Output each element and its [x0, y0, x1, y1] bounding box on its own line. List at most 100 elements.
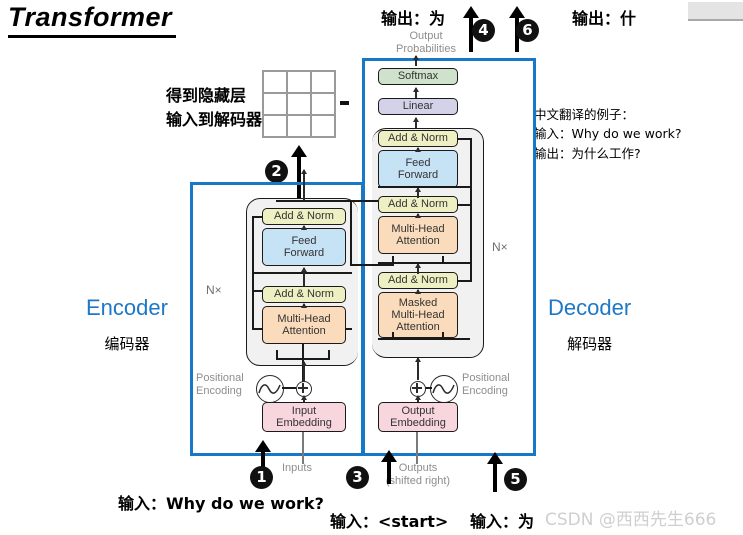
inputs-label: Inputs [282, 462, 312, 474]
decoder-masked-line-2: Multi-Head [391, 308, 445, 321]
linear-to-softmax-arrow [412, 87, 419, 98]
decoder-positional-encoding-label: Positional Encoding [462, 372, 510, 397]
annotation-top-left-output: 输出：为 [381, 9, 446, 28]
decoder-arrow-mid-2 [414, 263, 421, 274]
decoder-label: Decoder 解码器 [548, 295, 631, 354]
translation-example-note: 中文翻译的例子： 输入：Why do we work? 输出：为什么工作? [534, 105, 681, 163]
hidden-note-line-1: 得到隐藏层 [166, 86, 247, 105]
enc-pe-line-1: Positional [196, 372, 244, 384]
decoder-masked-fan-right [442, 332, 444, 340]
corner-placeholder-box [688, 2, 743, 21]
output-prob-line-2: Probabilities [396, 42, 456, 55]
encoder-add-norm-top: Add & Norm [262, 208, 346, 225]
encoder-ff-bottom-rail [252, 272, 352, 274]
encoder-add-norm-bottom: Add & Norm [262, 286, 346, 303]
encoder-arrow-ff-to-addnorm [300, 225, 307, 230]
decoder-embed-up-arrow [414, 395, 421, 402]
badge-2: 2 [265, 160, 288, 183]
encoder-output-arrow [300, 169, 307, 202]
dec-pe-line-1: Positional [462, 372, 510, 384]
decoder-residual-rail-upper [470, 138, 472, 208]
hidden-state-note: 得到隐藏层 输入到解码器 [166, 84, 262, 132]
decoder-to-linear-arrow [412, 117, 419, 128]
decoder-arrow-masked-to-addnorm [414, 289, 421, 294]
annotation-arrow-5 [486, 452, 504, 492]
decoder-label-zh: 解码器 [567, 335, 613, 353]
encoder-to-decoder-rail-h-bottom [350, 264, 394, 266]
input-embedding-line-2: Embedding [276, 417, 332, 429]
page-title: Transformer [8, 2, 176, 38]
decoder-outputs-rail [416, 432, 418, 464]
encoder-residual-left-rail [252, 218, 254, 330]
output-embedding-block: Output Embedding [378, 402, 458, 432]
decoder-mha-line-1: Multi-Head [391, 222, 445, 235]
decoder-masked-fan-left [392, 332, 394, 340]
hidden-note-line-2: 输入到解码器 [166, 110, 263, 129]
grid-connector-tick [340, 101, 349, 105]
decoder-label-en: Decoder [548, 295, 632, 320]
encoder-mha-line-1: Multi-Head [277, 312, 331, 325]
encoder-label: Encoder 编码器 [86, 295, 168, 354]
enc-pe-line-2: Encoding [196, 384, 242, 397]
decoder-arrow-mid-1 [414, 187, 421, 198]
slide-canvas: Transformer 输出：为 输出：什 4 6 中文翻译的例子： 输入：Wh… [0, 0, 743, 535]
decoder-nx-label: N× [492, 240, 508, 254]
encoder-to-decoder-rail-v [350, 200, 352, 266]
dec-pe-line-2: Encoding [462, 384, 508, 397]
badge-5: 5 [504, 468, 527, 491]
decoder-ff-rail [378, 186, 470, 188]
decoder-mha-line-2: Attention [396, 235, 440, 247]
decoder-residual-stub-top [458, 138, 472, 140]
encoder-positional-encoding-icon [256, 375, 284, 403]
softmax-block: Softmax [378, 68, 458, 85]
decoder-ff-line-1: Feed [405, 156, 431, 169]
decoder-add-norm-mid: Add & Norm [378, 196, 458, 213]
annotation-arrow-3 [380, 450, 398, 484]
softmax-output-arrow [412, 55, 419, 66]
encoder-label-en: Encoder [86, 295, 168, 320]
output-embedding-line-1: Output [401, 404, 435, 417]
encoder-arrow-mha-to-addnorm [300, 303, 307, 308]
hidden-state-grid [262, 70, 336, 138]
decoder-masked-attention: Masked Multi-Head Attention [378, 292, 458, 338]
encoder-top-branch [276, 200, 352, 202]
encoder-ff-line-2: Forward [283, 247, 325, 259]
decoder-positional-encoding-icon [430, 375, 458, 403]
decoder-feed-forward: Feed Forward [378, 150, 458, 188]
decoder-ff-line-2: Forward [397, 169, 439, 181]
encoder-attn-fan-bar [276, 358, 330, 360]
badge-6: 6 [516, 19, 539, 42]
decoder-masked-line-3: Attention [396, 321, 440, 334]
decoder-pe-up-arrow [414, 357, 421, 380]
note-line-2: 输入：Why do we work? [534, 126, 682, 142]
encoder-embed-up-arrow [300, 395, 307, 402]
decoder-residual-stub-bottom [458, 280, 472, 282]
encoder-arrow-mid [300, 267, 307, 286]
annotation-bottom-left-input: 输入：Why do we work? [118, 494, 324, 513]
output-prob-line-1: Output [409, 30, 443, 42]
input-embedding-line-1: Input [291, 404, 317, 417]
annotation-bottom-right-input: 输入：为 [470, 512, 535, 531]
decoder-arrow-ff-to-addnorm [414, 147, 421, 152]
input-embedding-block: Input Embedding [262, 402, 346, 432]
encoder-mha-line-2: Attention [282, 325, 326, 337]
note-line-3: 输出：为什么工作? [534, 145, 641, 161]
csdn-watermark: CSDN @西西先生666 [545, 510, 717, 530]
decoder-cross-attention: Multi-Head Attention [378, 216, 458, 254]
annotation-top-right-output: 输出：什 [572, 9, 637, 28]
encoder-pe-connector [282, 387, 296, 389]
badge-1: 1 [250, 466, 273, 489]
encoder-feed-forward: Feed Forward [262, 228, 346, 266]
badge-3: 3 [346, 466, 369, 489]
decoder-cross-fan-right [442, 256, 444, 264]
decoder-add-norm-top: Add & Norm [378, 130, 458, 147]
encoder-label-zh: 编码器 [104, 335, 150, 353]
decoder-residual-rail-lower [470, 204, 472, 282]
annotation-bottom-mid-input: 输入：<start> [330, 512, 449, 531]
decoder-cross-fan-left [392, 256, 394, 264]
encoder-positional-encoding-label: Positional Encoding [196, 372, 244, 397]
note-line-1: 中文翻译的例子： [534, 107, 635, 122]
encoder-nx-label: N× [206, 283, 222, 297]
encoder-inputs-rail [302, 432, 304, 464]
encoder-pe-up-arrow [300, 361, 307, 382]
